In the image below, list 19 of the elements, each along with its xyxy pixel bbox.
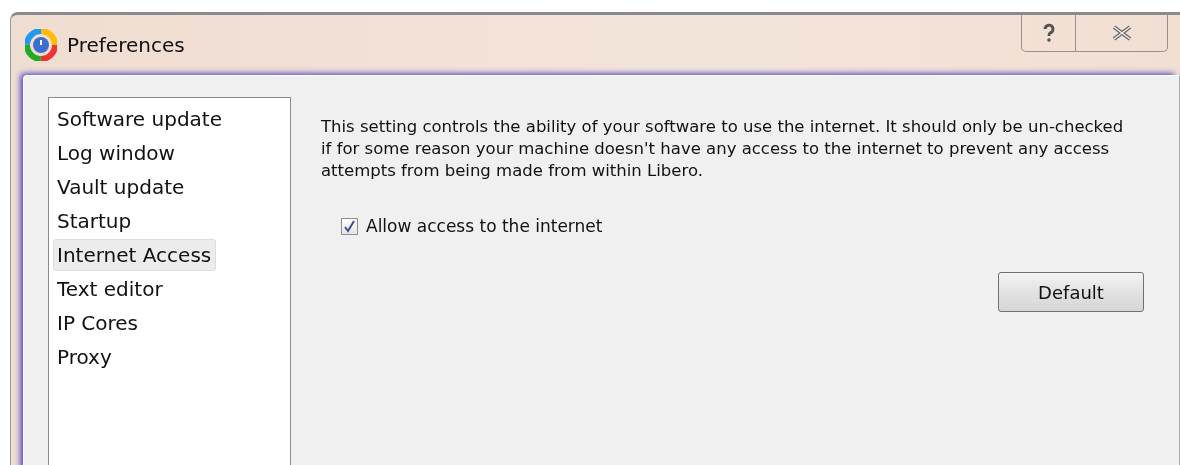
checkmark-icon — [343, 219, 356, 233]
checkbox-label: Allow access to the internet — [366, 216, 603, 236]
sidebar-item[interactable]: Startup — [53, 205, 137, 237]
sidebar-item[interactable]: Software update — [53, 103, 227, 135]
default-button[interactable]: Default — [998, 272, 1144, 312]
app-logo-icon — [25, 29, 57, 61]
sidebar-item[interactable]: Log window — [53, 137, 180, 169]
sidebar-item[interactable]: Internet Access — [53, 239, 217, 271]
sidebar-item[interactable]: IP Cores — [53, 307, 144, 339]
help-icon — [1041, 23, 1056, 43]
close-icon — [1110, 25, 1133, 41]
help-button[interactable] — [1021, 15, 1076, 52]
checkbox[interactable] — [341, 217, 358, 235]
description-text: This setting controls the ability of your software to use the internet. It should only be un-checked if for some reason your machine doesn't have any access to the internet to prevent any access attempts from being made from within Libero. — [321, 116, 1125, 182]
window-title: Preferences — [67, 33, 185, 57]
sidebar-item[interactable]: Vault update — [53, 171, 190, 203]
sidebar-item[interactable]: Proxy — [53, 341, 117, 373]
close-button[interactable] — [1076, 15, 1168, 52]
sidebar-item[interactable]: Text editor — [53, 273, 168, 305]
